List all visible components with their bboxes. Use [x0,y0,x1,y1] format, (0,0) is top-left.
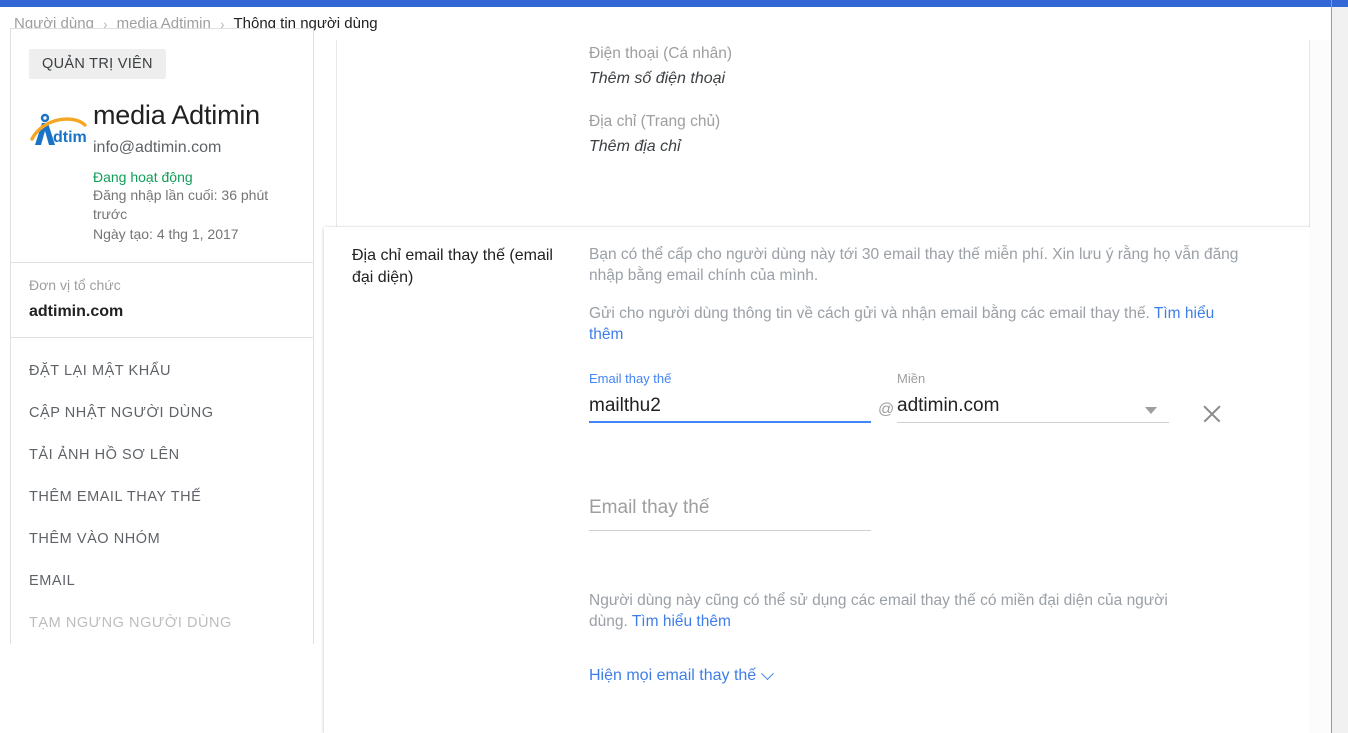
email-alias-card-title: Địa chỉ email thay thế (email đại diện) [352,247,553,286]
created-date-text: Ngày tạo: 4 thg 1, 2017 [93,226,239,242]
email-alias-footnote: Người dùng này cũng có thể sử dụng các e… [589,590,1199,632]
svg-text:dtimin: dtimin [53,129,87,146]
phone-field: Điện thoại (Cá nhân) Thêm số điện thoại [589,45,732,88]
add-phone-link[interactable]: Thêm số điện thoại [589,70,732,88]
action-suspend-user[interactable]: TẠM NGƯNG NGƯỜI DÙNG [11,602,313,644]
domain-select-value[interactable]: adtimin.com [897,393,999,419]
top-blue-bar [0,0,1348,7]
address-label: Địa chỉ (Trang chủ) [589,113,721,130]
contact-fields: Điện thoại (Cá nhân) Thêm số điện thoại … [589,45,732,156]
action-add-alias-email[interactable]: THÊM EMAIL THAY THẾ [11,476,313,518]
learn-more-link-2[interactable]: Tìm hiểu thêm [632,613,731,630]
org-unit-label: Đơn vị tổ chức [29,277,121,293]
adtimin-logo-icon: dtimin [30,113,87,146]
add-address-link[interactable]: Thêm địa chỉ [589,138,732,156]
alias-input-underline [589,421,871,423]
alias-input-empty-placeholder[interactable]: Email thay thế [589,495,709,521]
email-alias-card: Địa chỉ email thay thế (email đại diện) … [324,227,1314,733]
last-login-text: Đăng nhập lần cuối: 36 phút trước [93,187,269,222]
chevron-down-icon[interactable] [1145,407,1157,414]
action-upload-profile-photo[interactable]: TẢI ẢNH HỒ SƠ LÊN [11,434,313,476]
domain-select-label: Miền [897,371,926,386]
action-reset-password[interactable]: ĐẶT LẠI MẬT KHẨU [11,350,313,392]
at-symbol: @ [878,401,895,418]
org-unit-value: adtimin.com [29,303,124,320]
close-icon[interactable] [1199,401,1225,427]
avatar: dtimin [29,109,87,153]
action-menu: ĐẶT LẠI MẬT KHẨU CẬP NHẬT NGƯỜI DÙNG TẢI… [11,338,313,644]
action-update-user[interactable]: CẬP NHẬT NGƯỜI DÙNG [11,392,313,434]
user-info-page: Người dùng › media Adtimin › Thông tin n… [0,0,1348,733]
action-email[interactable]: EMAIL [11,560,313,602]
profile-card-body: QUẢN TRỊ VIÊN dtimin media Adtimin info@… [11,29,313,262]
alias-input-label: Email thay thế [589,371,672,386]
show-all-aliases-label: Hiện mọi email thay thế [589,667,757,684]
alias-row-filled: Email thay thế mailthu2 @ Miền adtimin.c… [589,371,1249,431]
alias-input-empty-underline [589,530,871,531]
address-field: Địa chỉ (Trang chủ) Thêm địa chỉ [589,113,732,156]
user-name: media Adtimin [93,100,260,130]
right-gutter [1310,40,1331,733]
page-scrollbar-track[interactable] [1332,7,1348,733]
show-all-aliases-button[interactable]: Hiện mọi email thay thế [589,666,775,685]
status-badge: Đang hoạt động [93,169,193,185]
identity-text: media Adtimin info@adtimin.com Đang hoạt… [93,99,295,244]
email-alias-description-block: Bạn có thể cấp cho người dùng này tới 30… [589,244,1249,345]
identity-row: dtimin media Adtimin info@adtimin.com Đa… [29,99,295,244]
org-unit-block: Đơn vị tổ chức adtimin.com [11,263,313,337]
email-alias-description-1: Bạn có thể cấp cho người dùng này tới 30… [589,246,1239,284]
email-alias-description-2: Gửi cho người dùng thông tin về cách gửi… [589,303,1249,345]
profile-card: QUẢN TRỊ VIÊN dtimin media Adtimin info@… [10,28,314,644]
description-2-text: Gửi cho người dùng thông tin về cách gửi… [589,305,1154,322]
chevron-down-icon [761,666,775,680]
user-email: info@adtimin.com [93,139,222,156]
domain-select-underline [897,422,1169,423]
phone-label: Điện thoại (Cá nhân) [589,45,733,62]
role-badge: QUẢN TRỊ VIÊN [29,49,166,79]
alias-input-value[interactable]: mailthu2 [589,393,661,419]
action-add-to-group[interactable]: THÊM VÀO NHÓM [11,518,313,560]
